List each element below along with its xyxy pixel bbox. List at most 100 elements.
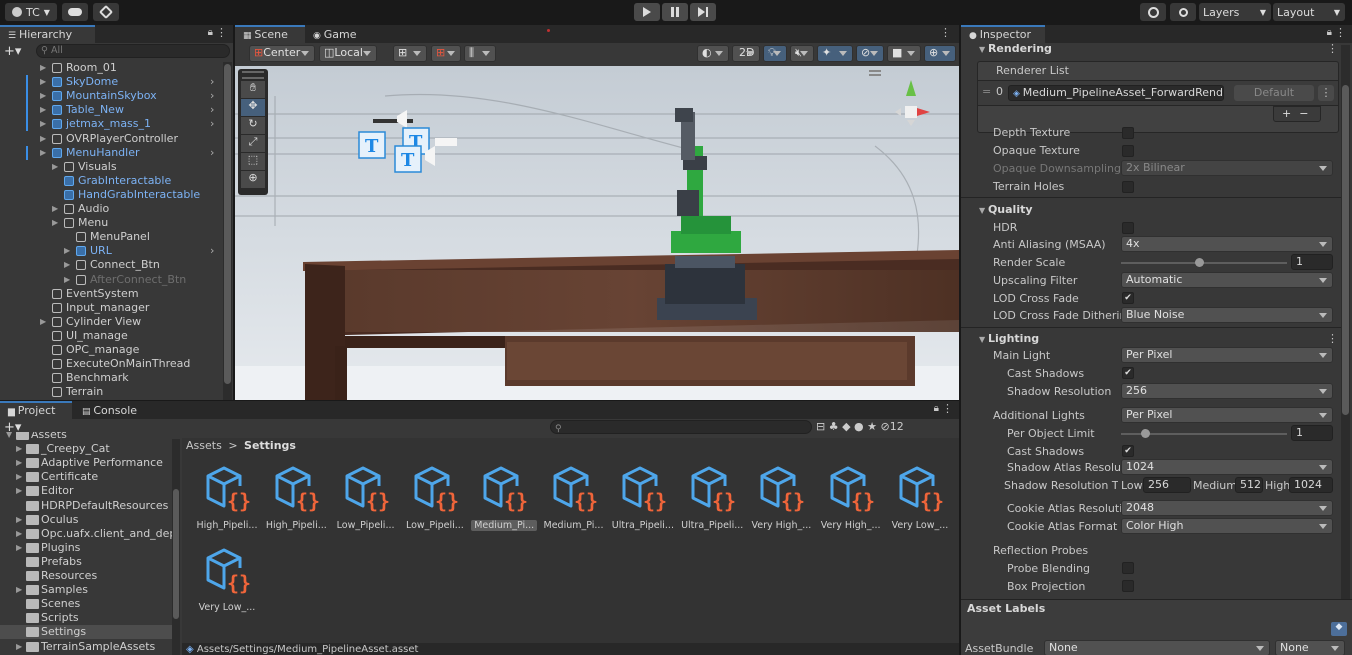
info-icon[interactable]: ● <box>854 420 867 433</box>
hierarchy-item[interactable]: EventSystem <box>0 287 222 301</box>
cookie-atlas-res-dropdown[interactable]: 2048 <box>1121 500 1333 516</box>
asset-tile[interactable]: {} High_Pipeli... <box>263 464 329 531</box>
project-folder-item[interactable]: Settings <box>0 625 172 640</box>
add-object-button[interactable]: +▾ <box>4 44 21 59</box>
space-dropdown[interactable]: ◫Local <box>319 45 377 62</box>
tier-high-input[interactable]: 1024 <box>1289 477 1333 493</box>
render-scale-slider-handle[interactable] <box>1195 258 1204 267</box>
renderer-menu-icon[interactable]: ⋮ <box>1318 85 1334 101</box>
expand-arrow-icon[interactable]: ▶ <box>40 146 48 160</box>
cookie-atlas-format-dropdown[interactable]: Color High <box>1121 518 1333 534</box>
expand-arrow-icon[interactable]: ▶ <box>16 640 22 654</box>
project-folder-item[interactable]: HDRPDefaultResources <box>0 499 172 513</box>
history-button[interactable] <box>1140 3 1166 21</box>
asset-tile[interactable]: {} Ultra_Pipeli... <box>679 464 745 531</box>
additional-lights-dropdown[interactable]: Per Pixel <box>1121 407 1333 423</box>
expand-arrow-icon[interactable]: ▶ <box>64 244 72 258</box>
asset-tile[interactable]: {} High_Pipeli... <box>194 464 260 531</box>
hierarchy-item[interactable]: Benchmark <box>0 371 222 385</box>
visibility-toggle[interactable]: ⊘ <box>856 45 884 62</box>
move-tool-icon[interactable]: ✥ <box>241 99 265 116</box>
expand-arrow-icon[interactable]: ▶ <box>40 75 48 89</box>
cloud-button[interactable] <box>62 3 88 21</box>
expand-arrow-icon[interactable]: ▶ <box>52 216 60 230</box>
project-folder-item[interactable]: Scripts <box>0 611 172 625</box>
anti-aliasing-dropdown[interactable]: 4x <box>1121 236 1333 252</box>
chevron-right-icon[interactable]: › <box>210 103 214 117</box>
lock-icon[interactable]: 🔒︎ <box>934 403 939 414</box>
main-light-dropdown[interactable]: Per Pixel <box>1121 347 1333 363</box>
project-folder-item[interactable]: Resources <box>0 569 172 583</box>
per-object-limit-slider-handle[interactable] <box>1141 429 1150 438</box>
expand-arrow-icon[interactable]: ▶ <box>40 132 48 146</box>
grid-snap-dropdown[interactable]: ⊞ <box>393 45 427 62</box>
render-scale-input[interactable]: 1 <box>1291 254 1333 270</box>
hierarchy-item[interactable]: Terrain <box>0 385 222 399</box>
asset-tile[interactable]: {} Very High_... <box>818 464 884 531</box>
breadcrumb-assets[interactable]: Assets <box>186 439 222 452</box>
probe-blending-checkbox[interactable] <box>1122 562 1134 574</box>
tab-inspector[interactable]: ● Inspector <box>961 25 1045 43</box>
lod-dithering-dropdown[interactable]: Blue Noise <box>1121 307 1333 323</box>
project-search-input[interactable]: ⚲ <box>550 420 812 434</box>
shadow-resolution-dropdown[interactable]: 256 <box>1121 383 1333 399</box>
project-folder-item[interactable]: Prefabs <box>0 555 172 569</box>
transform-tool-icon[interactable]: ⊕ <box>241 171 265 188</box>
hand-tool-icon[interactable]: ✋︎ <box>241 81 265 98</box>
tier-low-input[interactable]: 256 <box>1143 477 1191 493</box>
render-scale-slider[interactable] <box>1121 262 1287 264</box>
asset-tile[interactable]: {} Low_Pipeli... <box>402 464 468 531</box>
project-tree-scrollbar[interactable] <box>172 439 180 655</box>
tab-console[interactable]: ▤ Console <box>74 401 142 419</box>
renderer-asset-field[interactable]: ◈ Medium_PipelineAsset_ForwardRend <box>1008 85 1224 101</box>
expand-arrow-icon[interactable]: ▶ <box>40 89 48 103</box>
increment-snap-dropdown[interactable]: ⊞ <box>431 45 461 62</box>
hierarchy-item[interactable]: MenuPanel <box>0 230 222 244</box>
terrain-holes-checkbox[interactable] <box>1122 181 1134 193</box>
lock-icon[interactable]: 🔒︎ <box>1327 27 1332 38</box>
hierarchy-search-input[interactable]: ⚲ All <box>36 44 230 58</box>
gizmos-dropdown[interactable]: ⊕ <box>924 45 956 62</box>
draw-mode-dropdown[interactable]: ◐ <box>697 45 729 62</box>
cast-shadows-checkbox[interactable]: ✔ <box>1122 367 1134 379</box>
project-folder-item[interactable]: Scenes <box>0 597 172 611</box>
expand-arrow-icon[interactable]: ▶ <box>52 202 60 216</box>
tab-scene[interactable]: ▦ Scene <box>235 25 305 43</box>
chevron-right-icon[interactable]: › <box>210 89 214 103</box>
additional-cast-shadows-checkbox[interactable]: ✔ <box>1122 445 1134 457</box>
tab-project[interactable]: ▆ Project <box>0 401 72 419</box>
more-menu-icon[interactable]: ⋮ <box>942 402 953 415</box>
hierarchy-item[interactable]: UI_manage <box>0 329 222 343</box>
expand-arrow-icon[interactable]: ▶ <box>16 527 22 541</box>
more-menu-icon[interactable]: ⋮ <box>216 26 227 39</box>
rotate-tool-icon[interactable]: ↻ <box>241 117 265 134</box>
expand-arrow-icon[interactable]: ▶ <box>16 583 22 597</box>
hierarchy-item[interactable]: ▶ URL › <box>0 244 222 258</box>
hierarchy-item[interactable]: ▶ MenuHandler › <box>0 145 222 160</box>
pivot-dropdown[interactable]: ⊞Center <box>249 45 315 62</box>
shadow-atlas-dropdown[interactable]: 1024 <box>1121 459 1333 475</box>
breadcrumb-settings[interactable]: Settings <box>244 439 296 452</box>
filter-label-icon[interactable]: ♣ <box>829 420 842 433</box>
lighting-toggle[interactable]: 💡︎ <box>763 45 787 62</box>
lighting-foldout[interactable]: ▼ Lighting <box>979 332 1039 345</box>
audio-toggle[interactable]: 🔇︎ <box>790 45 814 62</box>
inspector-scrollbar[interactable] <box>1341 45 1350 599</box>
account-button[interactable]: TC ▼ <box>5 3 57 21</box>
asset-tile[interactable]: {} Ultra_Pipeli... <box>610 464 676 531</box>
hierarchy-item[interactable]: ▶ Menu <box>0 216 222 230</box>
hierarchy-item[interactable]: ▶ Room_01 <box>0 61 222 75</box>
box-projection-checkbox[interactable] <box>1122 580 1134 592</box>
more-menu-icon[interactable]: ⋮ <box>940 26 951 39</box>
quality-foldout[interactable]: ▼ Quality <box>979 203 1033 216</box>
layers-dropdown[interactable]: Layers ▼ <box>1199 3 1271 21</box>
hierarchy-item[interactable]: ▶ MountainSkybox › <box>0 89 222 104</box>
expand-arrow-icon[interactable]: ▶ <box>64 258 72 272</box>
asset-tile[interactable]: {} Medium_Pi... <box>541 464 607 531</box>
chevron-right-icon[interactable]: › <box>210 117 214 131</box>
project-folder-item[interactable]: ▶ Editor <box>0 484 172 498</box>
more-menu-icon[interactable]: ⋮ <box>1335 26 1346 39</box>
expand-arrow-icon[interactable]: ▶ <box>40 117 48 131</box>
set-default-button[interactable]: Default <box>1234 85 1314 101</box>
expand-arrow-icon[interactable]: ▶ <box>16 442 22 456</box>
